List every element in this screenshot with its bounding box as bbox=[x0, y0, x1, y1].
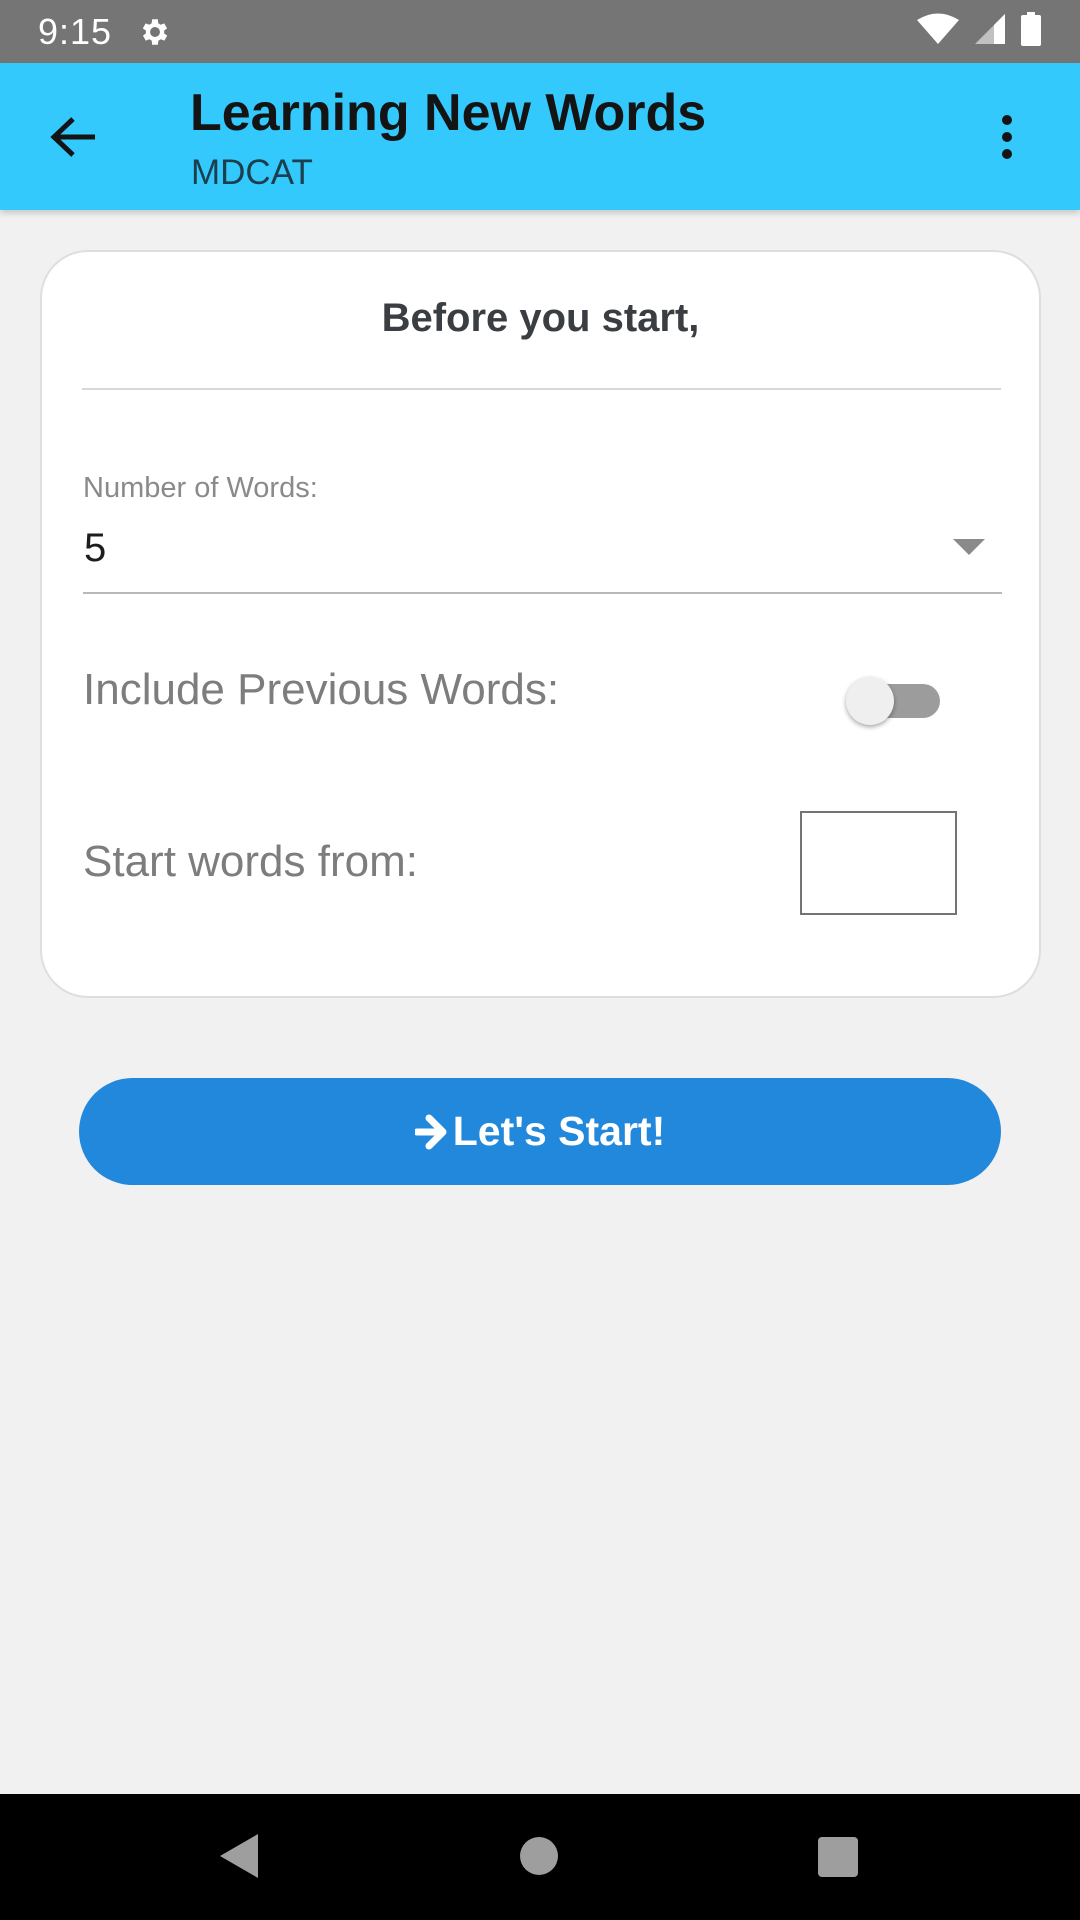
number-of-words-label: Number of Words: bbox=[83, 472, 318, 504]
nav-back-icon[interactable] bbox=[218, 1832, 260, 1880]
arrow-right-icon bbox=[414, 1114, 449, 1150]
page-title: Learning New Words bbox=[190, 84, 707, 142]
toggle-thumb bbox=[846, 677, 894, 725]
system-nav-bar bbox=[0, 1794, 1080, 1920]
start-from-input[interactable] bbox=[800, 811, 957, 915]
status-bar: 9:15 bbox=[0, 0, 1080, 63]
menu-dot bbox=[1002, 132, 1012, 142]
nav-home-icon[interactable] bbox=[520, 1837, 558, 1875]
wifi-icon bbox=[916, 13, 960, 50]
include-previous-toggle[interactable] bbox=[846, 670, 956, 730]
app-bar: Learning New Words MDCAT bbox=[0, 63, 1080, 210]
lets-start-label: Let's Start! bbox=[452, 1108, 666, 1154]
menu-dot bbox=[1002, 115, 1012, 125]
settings-gear-icon bbox=[138, 14, 174, 50]
number-of-words-select[interactable]: 5 bbox=[83, 514, 1002, 594]
more-vert-icon[interactable] bbox=[990, 108, 1024, 166]
arrow-back-icon[interactable] bbox=[44, 111, 102, 163]
page-subtitle: MDCAT bbox=[191, 153, 313, 192]
settings-card: Before you start, Number of Words: 5 Inc… bbox=[40, 250, 1041, 998]
start-from-label: Start words from: bbox=[83, 837, 418, 886]
battery-icon bbox=[1020, 12, 1042, 51]
status-time: 9:15 bbox=[38, 10, 113, 52]
cell-signal-icon bbox=[974, 13, 1006, 50]
menu-dot bbox=[1002, 149, 1012, 159]
card-divider bbox=[82, 388, 1001, 390]
number-of-words-value: 5 bbox=[84, 526, 107, 570]
lets-start-button[interactable]: Let's Start! bbox=[79, 1078, 1001, 1185]
include-previous-label: Include Previous Words: bbox=[83, 665, 560, 714]
nav-recents-icon[interactable] bbox=[818, 1837, 858, 1877]
card-heading: Before you start, bbox=[381, 296, 700, 340]
dropdown-caret-icon bbox=[953, 539, 985, 555]
